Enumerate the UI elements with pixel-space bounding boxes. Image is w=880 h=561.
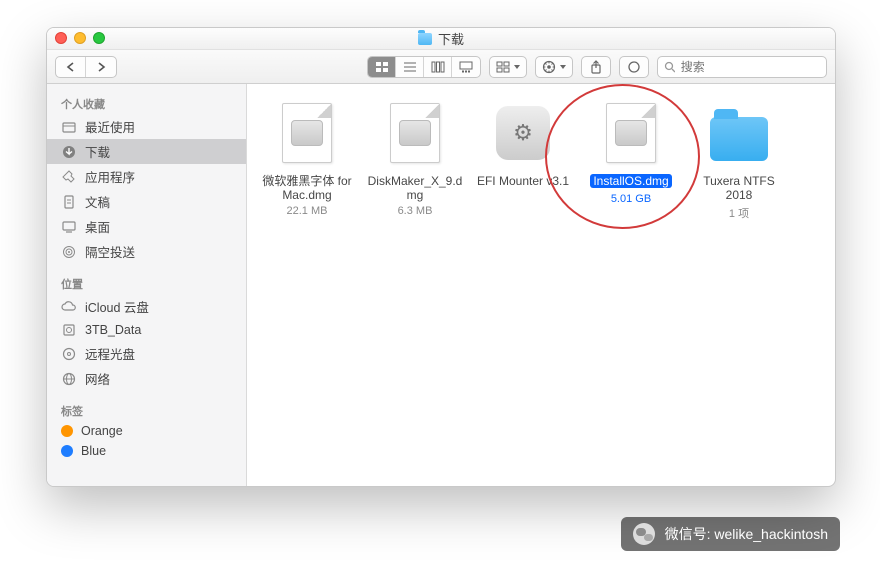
network-icon [61,371,77,387]
file-size: 22.1 MB [257,205,357,217]
sidebar-item-label: 下载 [85,142,110,161]
share-button[interactable] [581,56,611,78]
wechat-icon [633,523,655,545]
folder-icon [704,98,774,168]
sidebar-item-label: 隔空投送 [85,242,135,261]
sidebar-item-network[interactable]: 网络 [47,366,246,391]
disk-icon [61,322,77,338]
back-button[interactable] [56,57,86,77]
desktop-icon [61,219,77,235]
toolbar [47,50,835,84]
tag-blue-icon [61,445,73,457]
optical-icon [61,346,77,362]
sidebar-item-tag-blue[interactable]: Blue [47,441,246,461]
forward-button[interactable] [86,57,116,77]
folder-item[interactable]: Tuxera NTFS 2018 1 项 [689,98,789,221]
sidebar-item-label: 远程光盘 [85,344,135,363]
documents-icon [61,194,77,210]
sidebar-item-applications[interactable]: 应用程序 [47,164,246,189]
sidebar-item-tag-orange[interactable]: Orange [47,421,246,441]
file-name: 微软雅黑字体 for Mac.dmg [257,174,357,203]
file-count: 1 项 [689,205,789,221]
group-by-button[interactable] [489,56,527,78]
file-item[interactable]: ⚙ EFI Mounter v3.1 [473,98,573,190]
search-icon [664,61,675,73]
sidebar-item-label: Blue [81,444,106,458]
sidebar-item-label: 桌面 [85,217,110,236]
minimize-button[interactable] [74,32,86,44]
titlebar: 下载 [47,28,835,50]
sidebar-item-remote-disc[interactable]: 远程光盘 [47,341,246,366]
window-controls [55,32,105,44]
recent-icon [61,119,77,135]
file-item[interactable]: 微软雅黑字体 for Mac.dmg 22.1 MB [257,98,357,217]
view-icons-button[interactable] [368,57,396,77]
sidebar-item-documents[interactable]: 文稿 [47,189,246,214]
file-name: InstallOS.dmg [590,174,671,188]
sidebar-item-label: 应用程序 [85,167,135,186]
sidebar-item-label: 最近使用 [85,117,135,136]
view-list-button[interactable] [396,57,424,77]
sidebar-header-tags: 标签 [47,399,246,421]
view-switcher [367,56,481,78]
finder-window: 下载 [46,27,836,487]
action-menu-button[interactable] [535,56,573,78]
wechat-overlay: 微信号: welike_hackintosh [621,517,840,551]
dmg-icon [596,98,666,168]
file-size: 5.01 GB [581,193,681,205]
wechat-label: 微信号: welike_hackintosh [665,524,828,544]
view-columns-button[interactable] [424,57,452,77]
sidebar-item-disk[interactable]: 3TB_Data [47,319,246,341]
file-item-selected[interactable]: InstallOS.dmg 5.01 GB [581,98,681,205]
sidebar-header-favorites: 个人收藏 [47,92,246,114]
sidebar-item-label: 3TB_Data [85,323,141,337]
file-item[interactable]: DiskMaker_X_9.dmg 6.3 MB [365,98,465,217]
title-folder-icon [418,33,432,45]
view-gallery-button[interactable] [452,57,480,77]
tags-button[interactable] [619,56,649,78]
search-input[interactable] [681,60,820,74]
file-name: EFI Mounter v3.1 [473,174,573,188]
sidebar-item-recent[interactable]: 最近使用 [47,114,246,139]
app-icon: ⚙ [488,98,558,168]
sidebar-item-label: 网络 [85,369,110,388]
sidebar-item-label: iCloud 云盘 [85,297,149,316]
dmg-icon [272,98,342,168]
file-grid-area[interactable]: 微软雅黑字体 for Mac.dmg 22.1 MB DiskMaker_X_9… [247,84,835,486]
dmg-icon [380,98,450,168]
file-name: Tuxera NTFS 2018 [689,174,789,203]
maximize-button[interactable] [93,32,105,44]
close-button[interactable] [55,32,67,44]
sidebar: 个人收藏 最近使用 下载 应用程序 文稿 桌面 [47,84,247,486]
sidebar-item-label: 文稿 [85,192,110,211]
sidebar-item-label: Orange [81,424,123,438]
tag-orange-icon [61,425,73,437]
download-icon [61,144,77,160]
sidebar-item-airdrop[interactable]: 隔空投送 [47,239,246,264]
search-field[interactable] [657,56,827,78]
applications-icon [61,169,77,185]
sidebar-item-desktop[interactable]: 桌面 [47,214,246,239]
sidebar-header-locations: 位置 [47,272,246,294]
sidebar-item-icloud[interactable]: iCloud 云盘 [47,294,246,319]
sidebar-item-downloads[interactable]: 下载 [47,139,246,164]
airdrop-icon [61,244,77,260]
file-name: DiskMaker_X_9.dmg [365,174,465,203]
window-title: 下载 [438,29,464,48]
nav-buttons [55,56,117,78]
file-size: 6.3 MB [365,205,465,217]
icloud-icon [61,299,77,315]
